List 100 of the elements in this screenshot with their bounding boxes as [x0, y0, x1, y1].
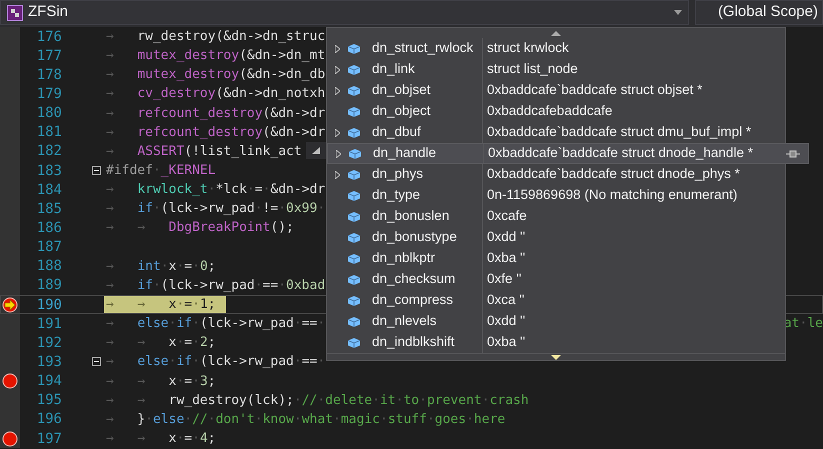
datatip-row[interactable]: dn_objset 0xbaddcafe`baddcafe struct objset *	[327, 80, 785, 101]
field-name: dn_type	[372, 186, 422, 204]
field-icon	[347, 190, 361, 202]
field-icon	[347, 168, 361, 180]
field-name: dn_nlevels	[372, 312, 438, 330]
field-value: struct list_node	[487, 60, 579, 78]
field-icon	[347, 316, 361, 328]
datatip-row[interactable]: dn_bonustype 0xdd ''	[327, 227, 785, 248]
datatip-row[interactable]: dn_bonuslen 0xcafe	[327, 206, 785, 227]
code-line: → → DbgBreakPoint();	[105, 219, 295, 238]
code-line: → → x·=·2;	[105, 334, 217, 352]
code-line: → if·(lck->rw_pad·!=·0x99·	[105, 200, 326, 218]
datatip-row[interactable]: dn_nblkptr 0xba ''	[327, 248, 785, 269]
field-icon	[347, 210, 361, 222]
field-value: 0xbaddcafe`baddcafe struct dnode_handle *	[488, 144, 754, 162]
expand-arrow-icon[interactable]	[334, 66, 340, 74]
datatip-row[interactable]: dn_phys 0xbaddcafe`baddcafe struct dnode_phys *	[327, 164, 785, 185]
code-line: → ASSERT(!list_link_act	[105, 142, 303, 161]
code-line: → int·x·=·0;	[105, 258, 217, 276]
field-value: 0xdd ''	[487, 312, 526, 330]
field-value: 0xba ''	[487, 333, 526, 352]
field-name: dn_nblkptr	[372, 249, 436, 268]
datatip-row[interactable]: dn_type 0n-1159869698 (No matching enumerant)	[327, 185, 785, 206]
field-name: dn_object	[372, 102, 432, 120]
line-number: 183	[36, 164, 62, 178]
line-number: 197	[36, 432, 62, 446]
expand-arrow-icon[interactable]	[334, 86, 340, 94]
field-value: 0xbaddcafe`baddcafe struct objset *	[487, 81, 704, 100]
field-value: 0n-1159869698 (No matching enumerant)	[487, 186, 738, 204]
field-icon	[347, 64, 361, 76]
line-number: 191	[36, 316, 62, 331]
datatip-row[interactable]: dn_struct_rwlock struct krwlock	[327, 38, 785, 59]
pin-icon[interactable]	[786, 150, 800, 158]
line-number: 186	[36, 220, 62, 235]
line-number: 189	[36, 278, 62, 292]
field-value: 0xbaddcafebaddcafe	[487, 102, 614, 120]
scroll-down-icon[interactable]	[551, 354, 561, 360]
code-line: → mutex_destroy(&dn->dn_db	[105, 66, 326, 84]
datatip-row[interactable]: dn_indblkshift 0xba ''	[327, 332, 785, 353]
line-number: 196	[36, 412, 62, 426]
code-line: → krwlock_t·*lck·=·&dn->dr	[105, 181, 326, 200]
code-line: → refcount_destroy(&dn->dr	[105, 104, 326, 123]
field-icon	[347, 84, 361, 96]
line-number: 187	[36, 240, 62, 254]
line-number: 181	[36, 125, 62, 140]
datatip-row[interactable]: dn_link struct list_node	[327, 59, 785, 80]
datatip-row[interactable]: dn_dbuf 0xbaddcafe`baddcafe struct dmu_buf_impl *	[327, 122, 785, 143]
project-icon	[7, 4, 23, 20]
project-dropdown[interactable]: ZFSin	[0, 0, 689, 25]
line-number: 193	[36, 354, 62, 369]
field-name: dn_objset	[372, 81, 432, 100]
line-number: 188	[36, 259, 62, 274]
code-line: → → x·=·4;	[105, 430, 217, 448]
datatip-row[interactable]: dn_compress 0xca ''	[327, 290, 785, 311]
line-number: 182	[36, 144, 62, 158]
field-name: dn_compress	[372, 291, 454, 310]
line-number: 179	[36, 86, 62, 101]
field-name: dn_struct_rwlock	[372, 39, 474, 58]
code-line: → if·(lck->rw_pad·==·0xbad	[105, 276, 326, 295]
code-line: → rw_destroy(&dn->dn_struc	[105, 28, 326, 46]
code-line: → mutex_destroy(&dn->dn_mt	[105, 47, 326, 66]
field-value: 0xfe ''	[487, 270, 522, 288]
field-icon	[347, 294, 361, 306]
caret-icon	[674, 10, 682, 15]
collapse-icon[interactable]	[92, 166, 101, 176]
datatip-row[interactable]: dn_checksum 0xfe ''	[327, 269, 785, 290]
scroll-up-icon[interactable]	[551, 30, 561, 36]
line-number: 177	[36, 48, 62, 63]
field-icon	[348, 148, 362, 160]
code-line: → else·if·(lck->rw_pad·==·	[105, 353, 326, 372]
line-number: 194	[36, 374, 62, 388]
field-icon	[347, 232, 361, 244]
code-line: → refcount_destroy(&dn->dr	[105, 124, 326, 142]
field-name: dn_dbuf	[372, 123, 422, 142]
scope-dropdown[interactable]: (Global Scope)	[695, 0, 823, 25]
code-line: → cv_destroy(&dn->dn_notxh	[105, 85, 326, 104]
field-name: dn_bonuslen	[372, 207, 450, 226]
expand-arrow-icon[interactable]	[334, 128, 340, 136]
expand-arrow-icon[interactable]	[336, 150, 340, 158]
expand-arrow-icon[interactable]	[334, 170, 340, 178]
field-value: 0xcafe	[487, 207, 528, 226]
line-number: 192	[36, 336, 62, 350]
datatip-row[interactable]: dn_nlevels 0xdd ''	[327, 311, 785, 332]
line-number: 184	[36, 182, 62, 197]
collapse-icon[interactable]	[92, 357, 101, 366]
field-name: dn_handle	[373, 144, 438, 162]
expand-arrow-icon[interactable]	[334, 44, 340, 52]
expand-tip-icon[interactable]	[306, 142, 326, 159]
code-line: → → x·=·3;	[105, 372, 217, 391]
datatip-row[interactable]: dn_handle 0xbaddcafe`baddcafe struct dnode_handle *	[327, 143, 809, 164]
field-value: 0xdd ''	[487, 228, 526, 246]
field-icon	[347, 274, 361, 286]
line-number: 180	[36, 106, 62, 120]
line-number: 190	[36, 298, 62, 312]
field-icon	[347, 126, 361, 138]
line-number: 195	[36, 393, 62, 408]
code-line: #ifdef·_KERNEL	[105, 162, 217, 180]
field-icon	[347, 336, 361, 348]
datatip-row[interactable]: dn_object 0xbaddcafebaddcafe	[327, 101, 785, 122]
field-name: dn_indblkshift	[372, 333, 456, 352]
